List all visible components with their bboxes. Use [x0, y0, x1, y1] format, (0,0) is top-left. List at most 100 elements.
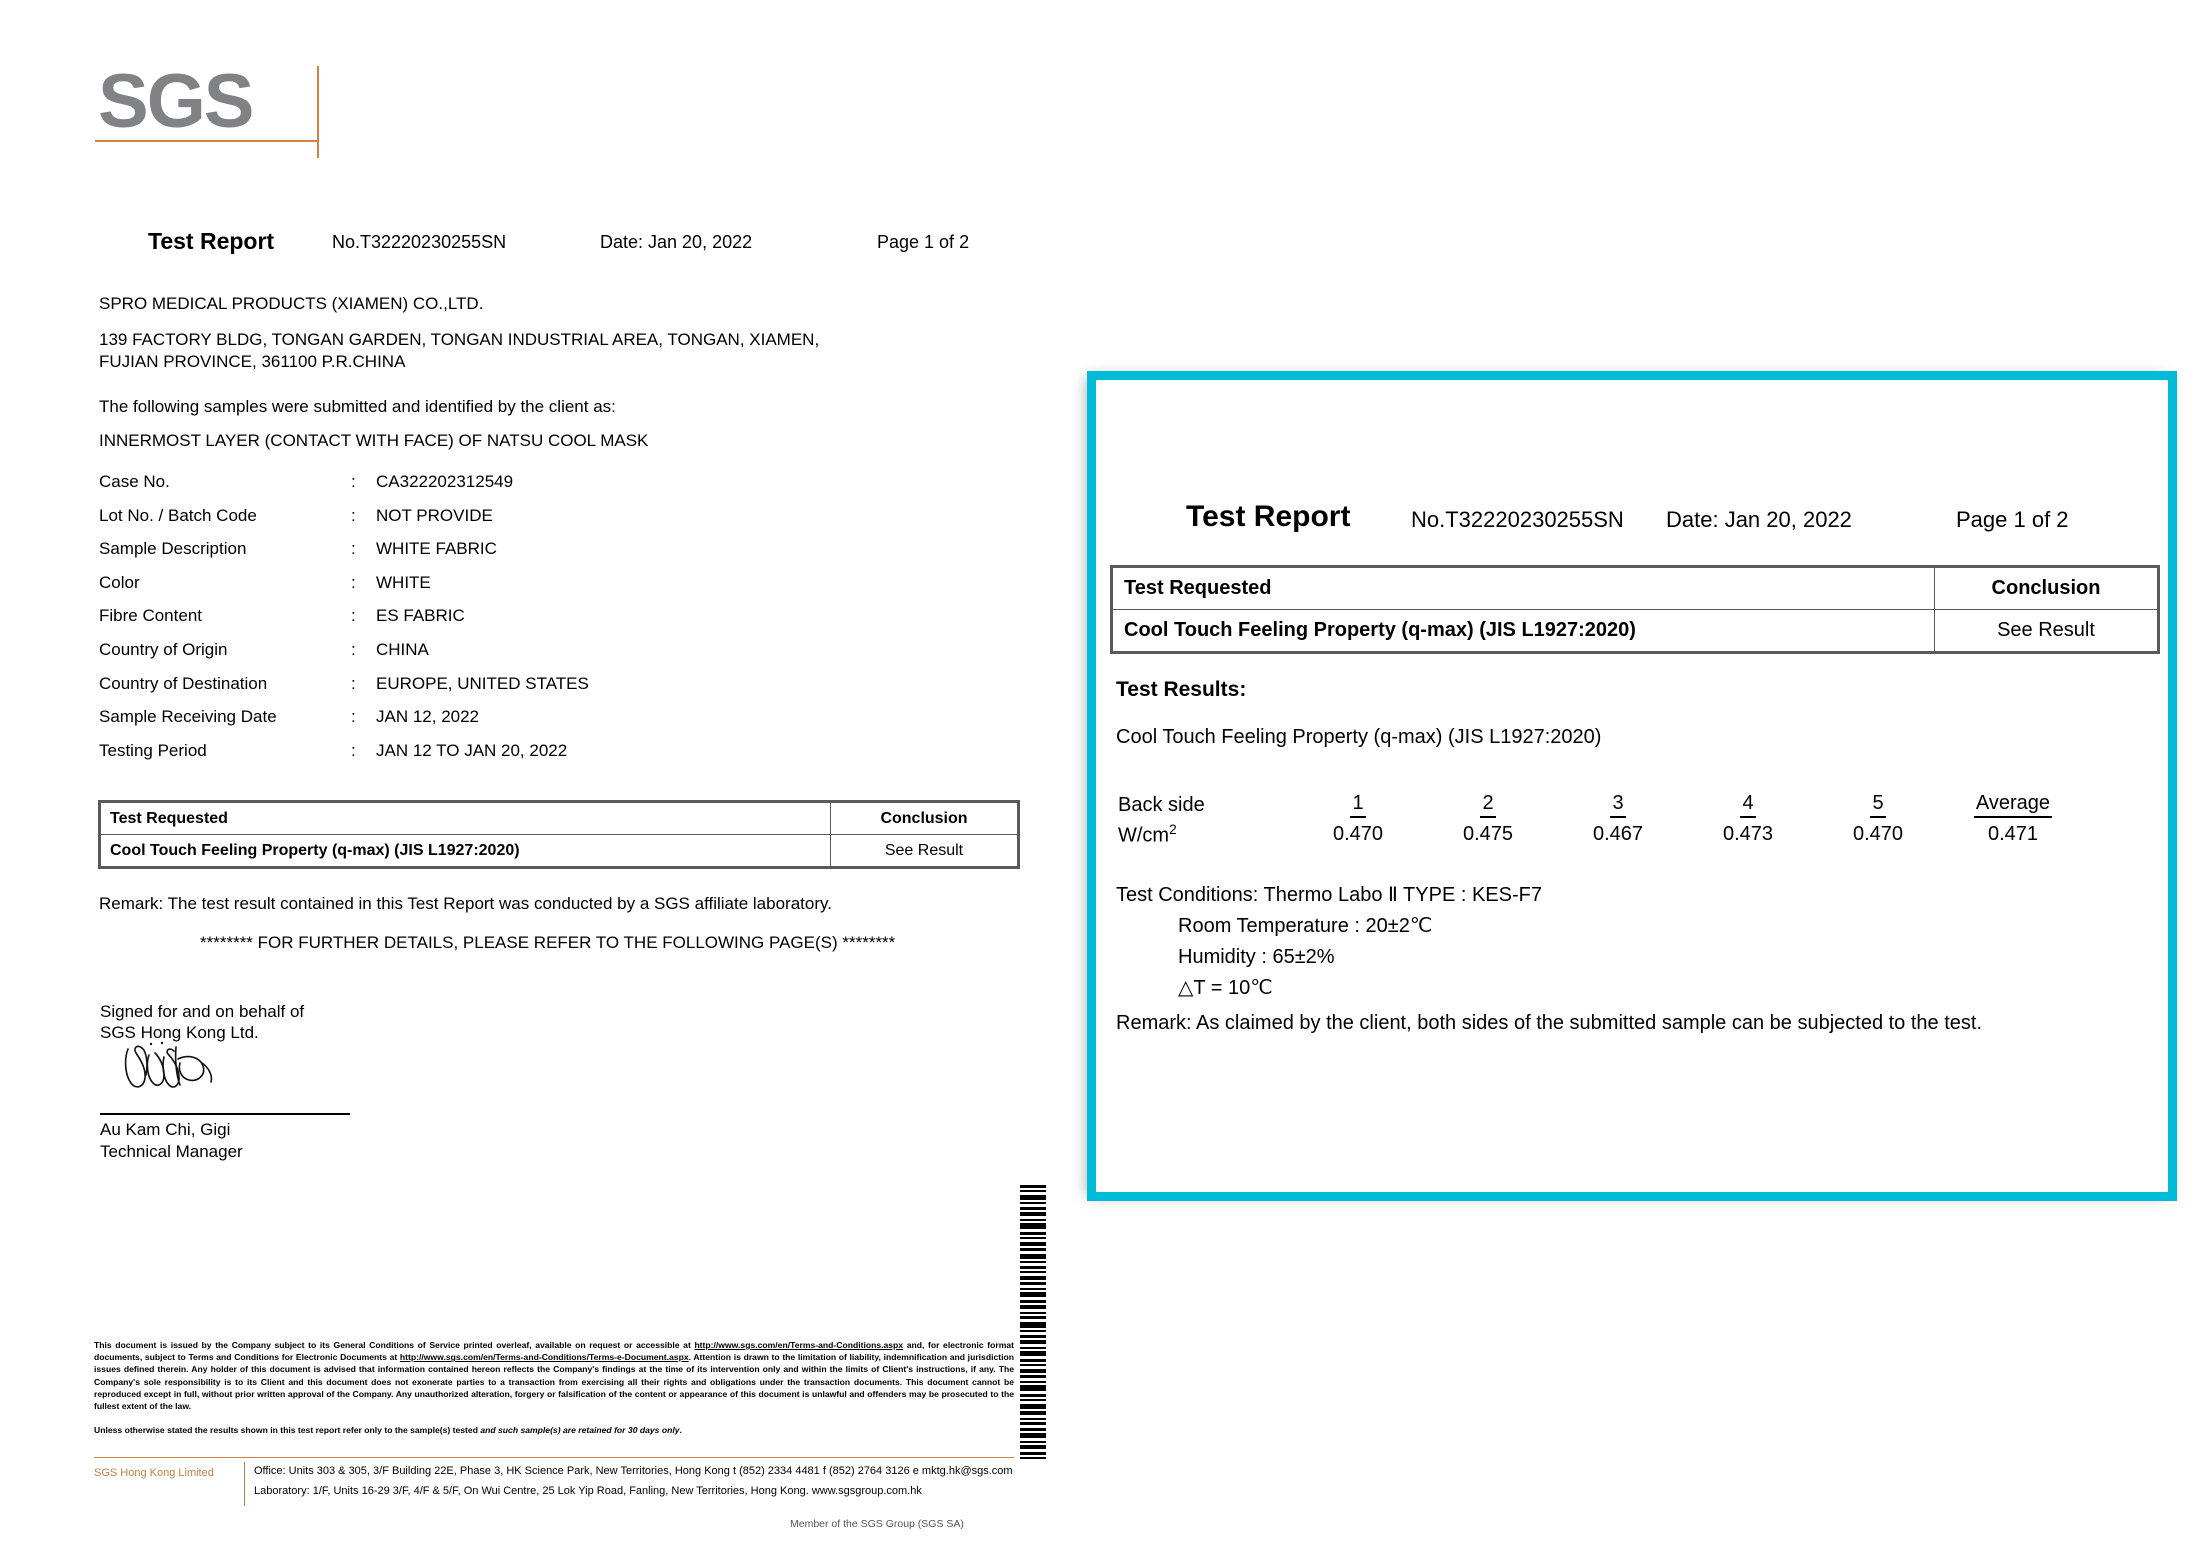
- barcode-stripe: [1020, 1261, 1046, 1263]
- detail-row: Color: WHITE: [99, 573, 899, 607]
- detail-label: Sample Receiving Date: [99, 707, 277, 727]
- footer-vertical-divider: [244, 1462, 245, 1506]
- detail-row: Case No.: CA322202312549: [99, 472, 899, 506]
- barcode-stripe: [1020, 1232, 1046, 1235]
- footer-divider: [94, 1457, 1014, 1458]
- detail-colon: :: [351, 505, 356, 525]
- detail-value: EUROPE, UNITED STATES: [376, 673, 589, 693]
- footer-member-note: Member of the SGS Group (SGS SA): [790, 1518, 964, 1530]
- zoom-report-number: No.T32220230255SN: [1411, 507, 1624, 532]
- sgs-logo: SGS: [95, 64, 319, 158]
- detail-label: Country of Origin: [99, 639, 228, 659]
- barcode-stripe: [1020, 1312, 1046, 1314]
- zoom-report-date: Date: Jan 20, 2022: [1666, 507, 1852, 532]
- client-address-line-2: FUJIAN PROVINCE, 361100 P.R.CHINA: [99, 352, 406, 371]
- detail-value: WHITE: [376, 572, 431, 592]
- client-address-line-1: 139 FACTORY BLDG, TONGAN GARDEN, TONGAN …: [99, 330, 820, 349]
- barcode-stripe: [1020, 1404, 1046, 1409]
- footer-retention-fragment: Unless otherwise stated the results show…: [94, 1425, 481, 1435]
- footer-terms-link[interactable]: http://www.sgs.com/en/Terms-and-Conditio…: [694, 1340, 903, 1350]
- condition-instrument: Test Conditions: Thermo Labo Ⅱ TYPE : KE…: [1116, 884, 1542, 906]
- test-report-page: SGS Test Report No.T32220230255SN Date: …: [0, 0, 1075, 1553]
- barcode-stripe: [1020, 1212, 1046, 1216]
- further-details-note: ******** FOR FURTHER DETAILS, PLEASE REF…: [200, 933, 896, 952]
- barcode-stripe: [1020, 1190, 1046, 1192]
- results-specimen-header: 5: [1813, 790, 1943, 820]
- detail-value: JAN 12 TO JAN 20, 2022: [376, 740, 568, 760]
- barcode-stripe: [1020, 1381, 1046, 1383]
- barcode-stripe: [1020, 1340, 1046, 1344]
- report-number: No.T32220230255SN: [332, 232, 507, 252]
- detail-colon: :: [351, 639, 356, 659]
- sample-identification: INNERMOST LAYER (CONTACT WITH FACE) OF N…: [99, 431, 649, 450]
- report-header: Test Report No.T32220230255SN Date: Jan …: [0, 228, 1075, 258]
- detail-row: Fibre Content: ES FABRIC: [99, 606, 899, 640]
- detail-row: Sample Receiving Date: JAN 12, 2022: [99, 707, 899, 741]
- results-value-cell: 0.475: [1462, 823, 1514, 846]
- sample-intro-text: The following samples were submitted and…: [99, 397, 616, 416]
- test-requested-table: Test Requested Conclusion Cool Touch Fee…: [98, 800, 1020, 869]
- zoom-remark: Remark: As claimed by the client, both s…: [1116, 1012, 1983, 1034]
- barcode-stripe: [1020, 1364, 1046, 1366]
- barcode-stripe: [1020, 1457, 1046, 1459]
- barcode-stripe: [1020, 1441, 1046, 1443]
- barcode-stripe: [1020, 1300, 1046, 1303]
- detail-label: Fibre Content: [99, 606, 202, 626]
- results-average-value: 0.471: [1987, 823, 2039, 846]
- results-specimen-header: 3: [1553, 790, 1683, 820]
- results-average-header: Average: [1943, 790, 2083, 820]
- header-test-requested: Test Requested: [100, 802, 831, 835]
- detail-colon: :: [351, 740, 356, 760]
- handwritten-signature: [124, 1041, 213, 1088]
- barcode-stripe: [1020, 1185, 1046, 1188]
- detail-label: Sample Description: [99, 539, 247, 559]
- detail-label: Color: [99, 572, 140, 592]
- zoom-results-heading: Test Results:: [1116, 678, 1247, 701]
- barcode-stripe: [1020, 1428, 1046, 1431]
- table-header-row: Test Requested Conclusion: [100, 802, 1018, 835]
- detail-row: Country of Destination: EUROPE, UNITED ST…: [99, 674, 899, 708]
- header-conclusion: Conclusion: [1934, 567, 2158, 610]
- detail-label: Testing Period: [99, 740, 207, 760]
- zoom-property-line: Cool Touch Feeling Property (q-max) (JIS…: [1116, 726, 1602, 748]
- signatory-name: Au Kam Chi, Gigi: [100, 1120, 231, 1139]
- footer-retention-italic: and such sample(s) are retained for 30 d…: [480, 1425, 680, 1435]
- cell-conclusion: See Result: [1934, 609, 2158, 652]
- results-row-label: Back side: [1118, 793, 1205, 816]
- logo-horizontal-rule: [95, 140, 319, 142]
- barcode-stripe: [1020, 1369, 1046, 1373]
- signed-for-line-1: Signed for and on behalf of: [100, 1002, 305, 1021]
- barcode-stripe: [1020, 1433, 1046, 1438]
- barcode-stripe: [1020, 1282, 1046, 1285]
- barcode-stripe: [1020, 1207, 1046, 1210]
- barcode-stripe: [1020, 1422, 1046, 1425]
- results-specimen-header: 4: [1683, 790, 1813, 820]
- barcode-stripe: [1020, 1266, 1046, 1269]
- detail-colon: :: [351, 472, 356, 491]
- detail-row: Testing Period: JAN 12 TO JAN 20, 2022: [99, 741, 899, 775]
- sample-details-list: Case No.: CA322202312549 Lot No. / Batch C…: [99, 472, 899, 774]
- detail-value: CA322202312549: [376, 472, 514, 491]
- barcode-stripe: [1020, 1223, 1046, 1229]
- barcode-stripe: [1020, 1445, 1046, 1449]
- barcode-stripe: [1020, 1351, 1046, 1356]
- footer-terms-link[interactable]: http://www.sgs.com/en/Terms-and-Conditio…: [400, 1352, 689, 1362]
- condition-delta-t: △T = 10℃: [1178, 977, 1273, 999]
- detail-colon: :: [351, 707, 356, 727]
- detail-colon: :: [351, 606, 356, 626]
- table-header-row: Test Requested Conclusion: [1112, 567, 2158, 610]
- report-date: Date: Jan 20, 2022: [600, 232, 753, 252]
- barcode-stripe: [1020, 1394, 1046, 1397]
- results-specimen-header: 2: [1423, 790, 1553, 820]
- barcode-stripe: [1020, 1292, 1046, 1297]
- detail-row: Lot No. / Batch Code: NOT PROVIDE: [99, 506, 899, 540]
- detail-colon: :: [351, 539, 356, 559]
- results-value-cell: 0.467: [1592, 823, 1644, 846]
- results-unit-label: W/cm2: [1118, 822, 1177, 847]
- barcode-stripe: [1020, 1288, 1046, 1290]
- page-title: Test Report: [148, 228, 275, 254]
- detail-label: Country of Destination: [99, 673, 268, 693]
- header-conclusion: Conclusion: [830, 802, 1018, 835]
- barcode-stripe: [1020, 1242, 1046, 1246]
- results-header-row: Back side 1 2 3 4 5 Average: [1118, 790, 2083, 820]
